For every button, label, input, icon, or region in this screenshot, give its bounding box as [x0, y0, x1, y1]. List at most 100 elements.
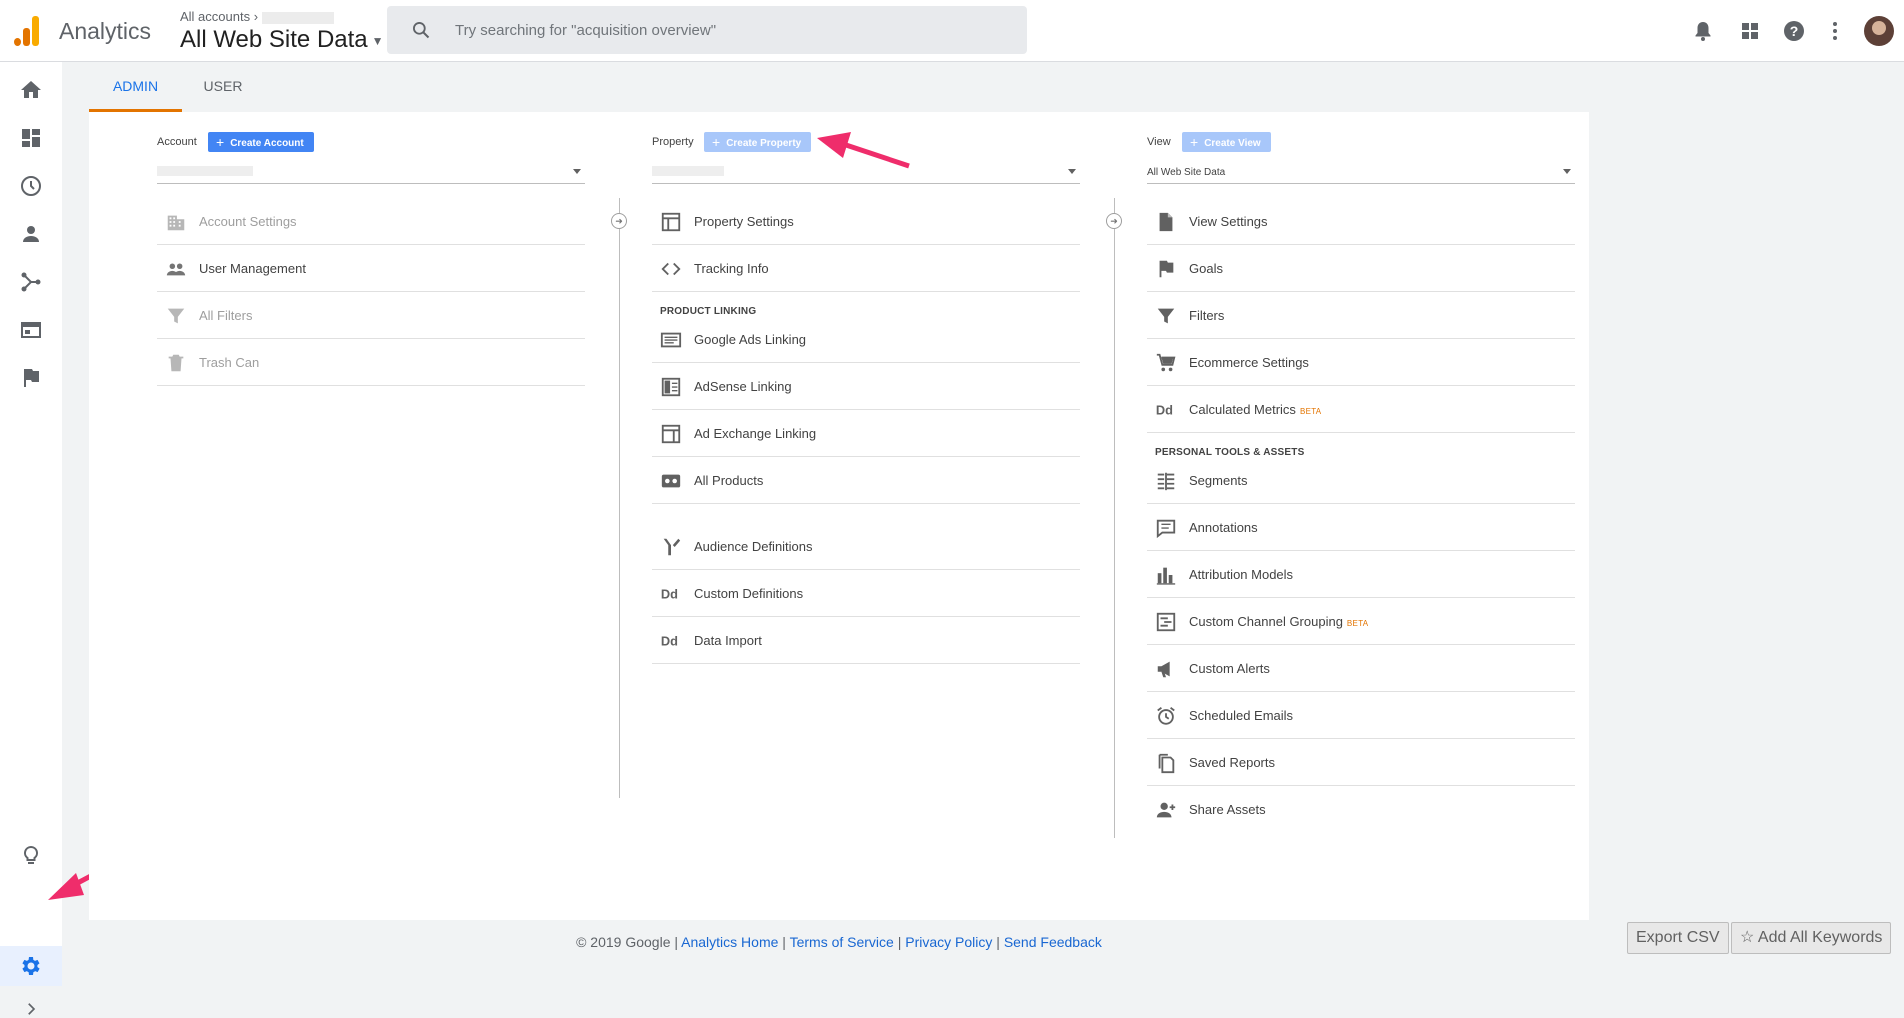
- analytics-home-link[interactable]: Analytics Home: [681, 934, 778, 950]
- svg-text:?: ?: [1790, 23, 1799, 39]
- ad-exchange-linking-item[interactable]: Ad Exchange Linking: [652, 410, 1080, 457]
- terms-of-service-link[interactable]: Terms of Service: [790, 934, 894, 950]
- search-icon: [413, 22, 430, 39]
- search-bar[interactable]: Try searching for "acquisition overview": [387, 6, 1027, 54]
- avatar[interactable]: [1864, 16, 1894, 46]
- filters-item[interactable]: Filters: [1147, 292, 1575, 339]
- layout-icon: [660, 211, 682, 233]
- person-add-icon: [1155, 799, 1177, 821]
- cart-icon: [1155, 352, 1177, 374]
- create-view-button[interactable]: + Create View: [1182, 132, 1271, 152]
- star-icon: ☆: [1740, 929, 1758, 946]
- send-feedback-link[interactable]: Send Feedback: [1004, 934, 1102, 950]
- user-management-item[interactable]: User Management: [157, 245, 585, 292]
- behavior-icon[interactable]: [19, 318, 43, 342]
- gear-icon[interactable]: [19, 954, 43, 978]
- search-placeholder: Try searching for "acquisition overview": [455, 22, 717, 39]
- filter-icon: [165, 305, 187, 327]
- view-selector[interactable]: All Web Site Data: [1147, 160, 1575, 184]
- person-icon[interactable]: [19, 222, 43, 246]
- adsense-linking-item[interactable]: AdSense Linking: [652, 363, 1080, 410]
- scheduled-emails-item[interactable]: Scheduled Emails: [1147, 692, 1575, 739]
- property-label: Property: [652, 136, 694, 148]
- account-settings-item[interactable]: Account Settings: [157, 198, 585, 245]
- view-label: View: [1147, 136, 1171, 148]
- people-icon: [165, 258, 187, 280]
- plus-icon: +: [1190, 134, 1199, 150]
- redacted-account-name: [262, 11, 335, 24]
- calculated-metrics-item[interactable]: Dd Calculated Metrics BETA: [1147, 386, 1575, 433]
- create-property-button[interactable]: + Create Property: [704, 132, 812, 152]
- code-icon: [660, 258, 682, 280]
- chevron-right-icon[interactable]: [22, 1000, 40, 1018]
- dropdown-arrow-icon: [573, 169, 581, 174]
- arrow-right-circle-icon: ➜: [1106, 213, 1122, 229]
- property-settings-item[interactable]: Property Settings: [652, 198, 1080, 245]
- view-settings-item[interactable]: View Settings: [1147, 198, 1575, 245]
- tab-user[interactable]: USER: [187, 70, 259, 112]
- clock-icon[interactable]: [19, 174, 43, 198]
- footer: © 2019 Google | Analytics Home | Terms o…: [576, 934, 1102, 950]
- ecommerce-settings-item[interactable]: Ecommerce Settings: [1147, 339, 1575, 386]
- column-divider: [1114, 198, 1115, 838]
- analytics-logo-icon[interactable]: [14, 16, 40, 46]
- home-icon[interactable]: [19, 78, 43, 102]
- adexchange-icon: [660, 423, 682, 445]
- svg-text:Dd: Dd: [661, 587, 678, 602]
- saved-reports-item[interactable]: Saved Reports: [1147, 739, 1575, 786]
- megaphone-icon: [1155, 658, 1177, 680]
- top-bar: Analytics All accounts › All Web Site Da…: [0, 0, 1904, 62]
- dashboard-icon[interactable]: [19, 126, 43, 150]
- apps-grid-icon[interactable]: [1738, 19, 1762, 43]
- add-all-keywords-button[interactable]: ☆ Add All Keywords: [1731, 922, 1892, 954]
- arrow-right-circle-icon: ➜: [611, 213, 627, 229]
- share-assets-item[interactable]: Share Assets: [1147, 786, 1575, 833]
- google-ads-linking-item[interactable]: Google Ads Linking: [652, 316, 1080, 363]
- data-import-item[interactable]: Dd Data Import: [652, 617, 1080, 664]
- products-icon: [660, 470, 682, 492]
- svg-text:Dd: Dd: [661, 634, 678, 649]
- document-icon: [1155, 211, 1177, 233]
- export-csv-button[interactable]: Export CSV: [1627, 922, 1729, 954]
- alarm-icon: [1155, 705, 1177, 727]
- more-vert-icon[interactable]: [1823, 19, 1847, 43]
- admin-panel: Account + Create Account Account Settings…: [89, 112, 1589, 920]
- attribution-models-item[interactable]: Attribution Models: [1147, 551, 1575, 598]
- plus-icon: +: [216, 134, 225, 150]
- help-icon[interactable]: ?: [1782, 19, 1806, 43]
- all-products-item[interactable]: All Products: [652, 457, 1080, 504]
- view-selector[interactable]: All Web Site Data ▼: [180, 26, 384, 54]
- custom-alerts-item[interactable]: Custom Alerts: [1147, 645, 1575, 692]
- left-nav: [0, 62, 62, 1015]
- all-filters-item[interactable]: All Filters: [157, 292, 585, 339]
- audience-definitions-item[interactable]: Audience Definitions: [652, 523, 1080, 570]
- custom-channel-grouping-item[interactable]: Custom Channel Grouping BETA: [1147, 598, 1575, 645]
- redacted-property-value: [652, 166, 724, 176]
- create-account-button[interactable]: + Create Account: [208, 132, 314, 152]
- flag-icon[interactable]: [19, 366, 43, 390]
- tab-admin[interactable]: ADMIN: [89, 70, 182, 112]
- dropdown-arrow-icon: [1068, 169, 1076, 174]
- svg-text:Dd: Dd: [1156, 403, 1173, 418]
- annotations-item[interactable]: Annotations: [1147, 504, 1575, 551]
- beta-badge: BETA: [1346, 619, 1369, 628]
- trash-can-item[interactable]: Trash Can: [157, 339, 585, 386]
- breadcrumb[interactable]: All accounts ›: [180, 9, 335, 24]
- bell-icon[interactable]: [1691, 19, 1715, 43]
- redacted-account-value: [157, 166, 253, 176]
- dd-icon: Dd: [660, 583, 682, 605]
- flag-icon: [1155, 258, 1177, 280]
- dropdown-arrow-icon: [1563, 169, 1571, 174]
- custom-definitions-item[interactable]: Dd Custom Definitions: [652, 570, 1080, 617]
- annotation-arrow-icon: [817, 132, 910, 169]
- segments-item[interactable]: Segments: [1147, 457, 1575, 504]
- account-selector[interactable]: [157, 160, 585, 184]
- plus-icon: +: [712, 134, 721, 150]
- building-icon: [165, 211, 187, 233]
- dd-icon: Dd: [660, 630, 682, 652]
- acquisition-icon[interactable]: [19, 270, 43, 294]
- filter-icon: [1155, 305, 1177, 327]
- tracking-info-item[interactable]: Tracking Info: [652, 245, 1080, 292]
- goals-item[interactable]: Goals: [1147, 245, 1575, 292]
- privacy-policy-link[interactable]: Privacy Policy: [905, 934, 992, 950]
